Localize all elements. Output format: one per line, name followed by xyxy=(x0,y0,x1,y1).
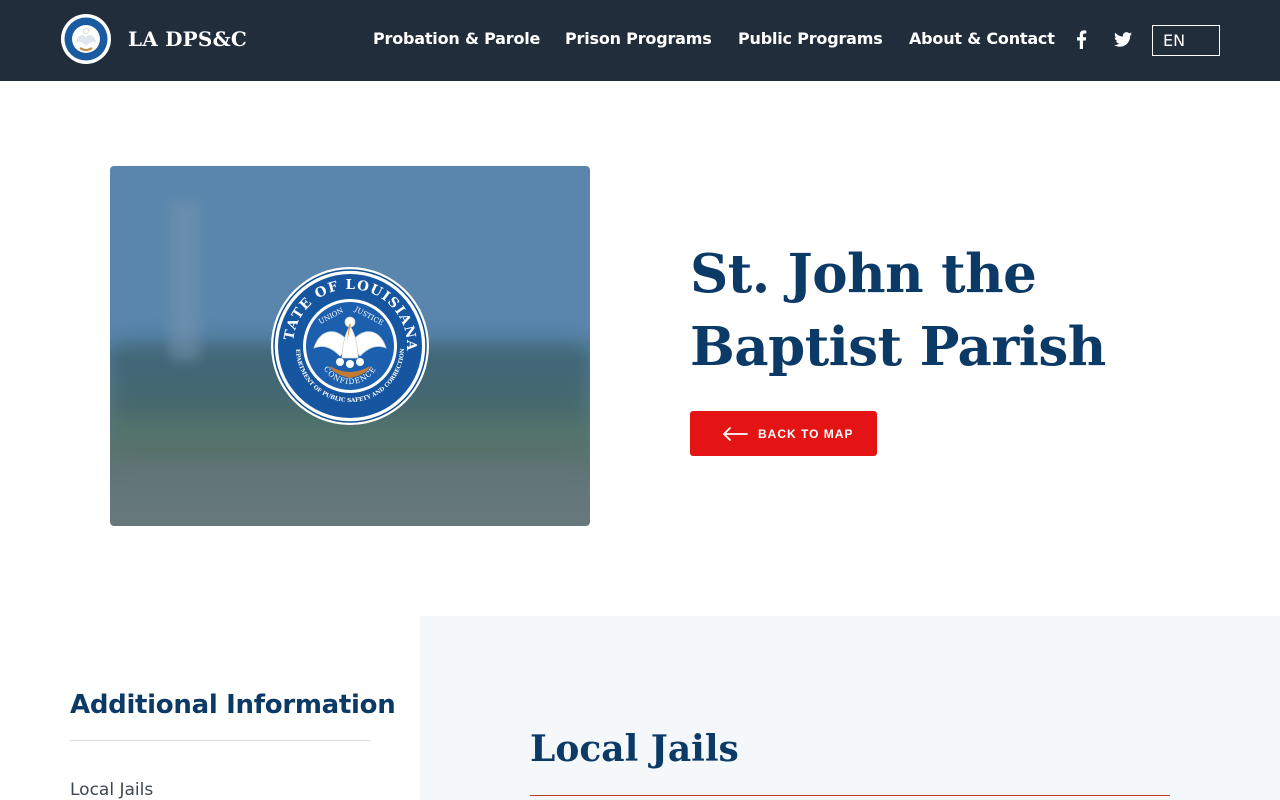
twitter-link[interactable] xyxy=(1113,28,1133,50)
sidebar-link-local-jails[interactable]: Local Jails xyxy=(70,780,153,800)
louisiana-seal-icon: STATE OF LOUISIANA DEPARTMENT OF PUBLIC … xyxy=(270,266,429,425)
section-title-local-jails: Local Jails xyxy=(530,728,739,770)
page-title-line-2: Baptist Parish xyxy=(690,316,1106,378)
nav-probation-parole[interactable]: Probation & Parole xyxy=(373,29,540,48)
nav-prison-programs[interactable]: Prison Programs xyxy=(565,29,712,48)
facebook-link[interactable] xyxy=(1071,28,1091,50)
twitter-icon xyxy=(1114,31,1132,47)
facebook-icon xyxy=(1076,29,1086,49)
language-selector[interactable]: EN xyxy=(1152,25,1220,56)
page-title: St. John the Baptist Parish xyxy=(690,238,1170,384)
page-title-line-1: St. John the xyxy=(690,243,1037,305)
facility-photo: STATE OF LOUISIANA DEPARTMENT OF PUBLIC … xyxy=(110,166,590,526)
sidebar-title: Additional Information xyxy=(70,690,396,720)
back-to-map-button[interactable]: BACK TO MAP xyxy=(690,411,877,456)
state-seal-icon xyxy=(61,14,111,64)
photo-blur-pole xyxy=(170,201,200,361)
section-divider xyxy=(530,795,1170,796)
nav-about-contact[interactable]: About & Contact xyxy=(909,29,1055,48)
arrow-left-icon xyxy=(723,426,748,441)
back-to-map-label: BACK TO MAP xyxy=(758,426,854,441)
brand-home-link[interactable]: LA DPS&C xyxy=(60,13,247,65)
sidebar-divider xyxy=(70,740,370,741)
brand-name: LA DPS&C xyxy=(128,27,247,51)
site-header: LA DPS&C Probation & Parole Prison Progr… xyxy=(0,0,1280,81)
nav-public-programs[interactable]: Public Programs xyxy=(738,29,883,48)
content-panel xyxy=(420,616,1280,800)
